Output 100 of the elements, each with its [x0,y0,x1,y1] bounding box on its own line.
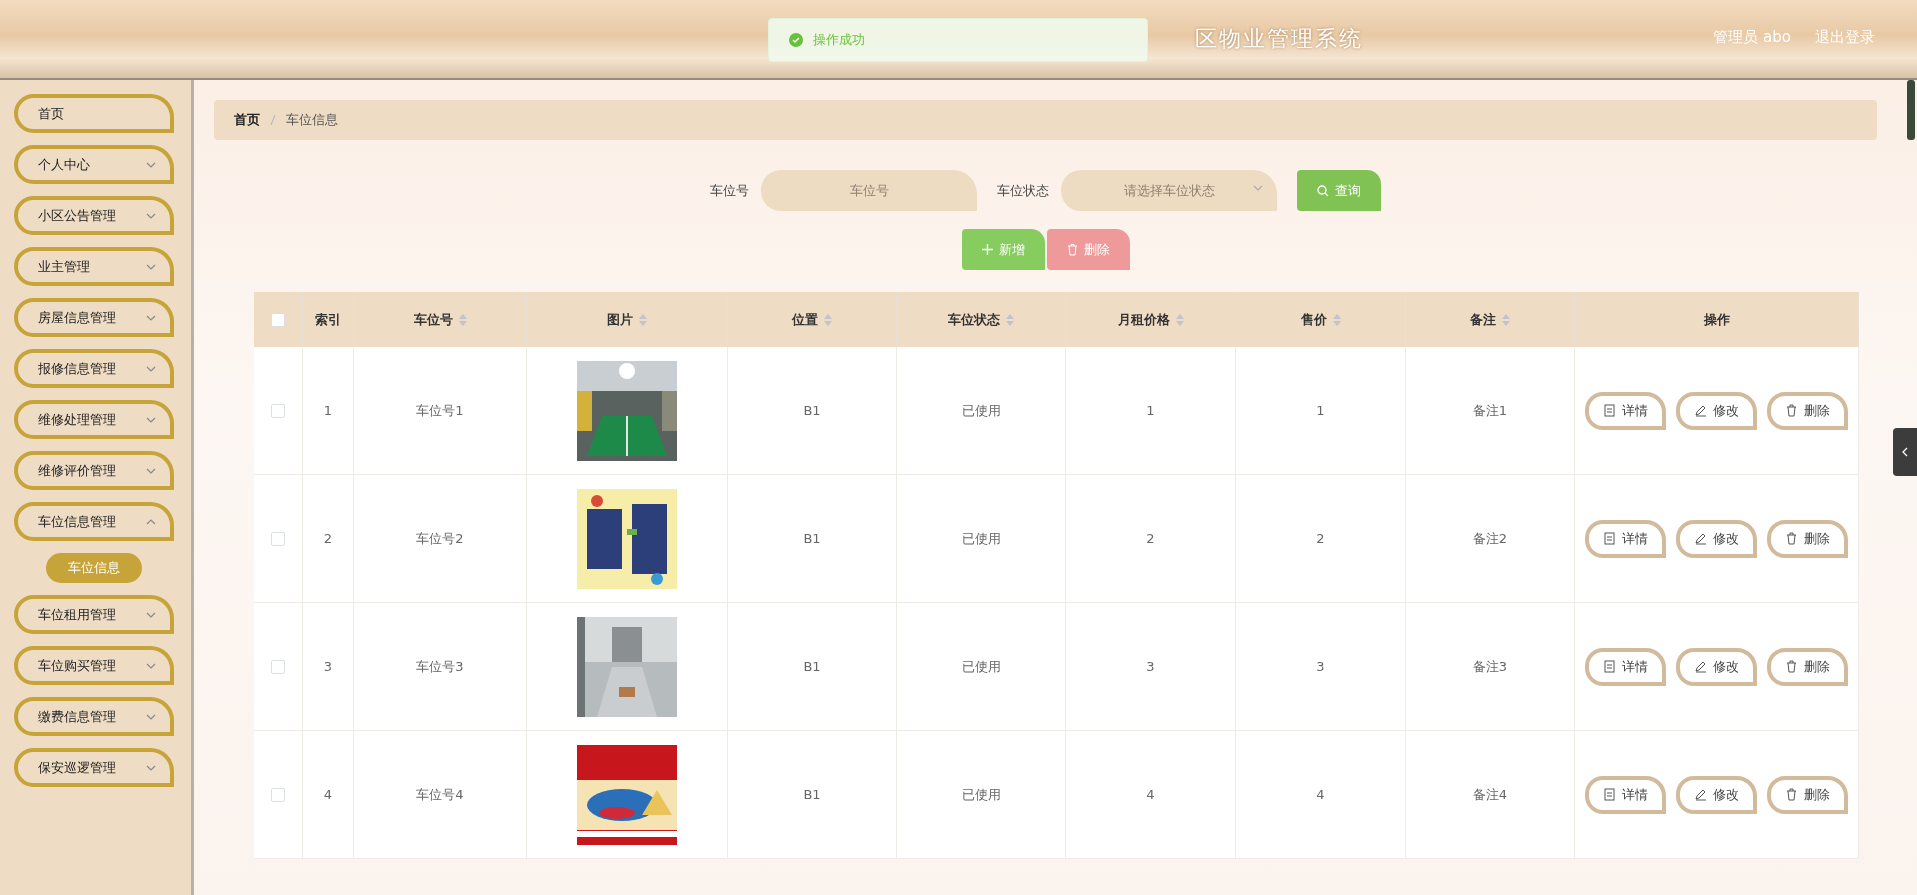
sidebar-item-label: 缴费信息管理 [38,707,116,726]
scrollbar-thumb[interactable] [1907,80,1915,140]
edit-button[interactable]: 修改 [1676,391,1757,430]
delete-button[interactable]: 删除 [1767,647,1848,686]
sort-icon[interactable] [458,313,467,326]
table-cell: 备注3 [1406,603,1575,731]
chevron-icon [146,713,156,720]
column-header: 车位状态 [948,310,1000,329]
sidebar-item[interactable]: 维修评价管理 [14,451,174,490]
table-cell: 2 [303,475,354,603]
sidebar-item-label: 车位租用管理 [38,605,116,624]
sidebar-item-label: 报修信息管理 [38,359,116,378]
table-cell: 备注4 [1406,731,1575,859]
sort-icon[interactable] [639,313,647,326]
pencil-icon [1695,661,1707,673]
sort-icon[interactable] [1006,313,1014,326]
trash-icon [1786,660,1797,673]
sort-icon[interactable] [1332,313,1341,326]
column-header: 售价 [1300,310,1327,329]
trash-icon [1786,532,1797,545]
chevron-icon [146,212,156,219]
sort-icon[interactable] [824,313,832,326]
table-cell: 车位号3 [354,603,527,731]
sidebar-item[interactable]: 缴费信息管理 [14,697,174,736]
sidebar-item[interactable]: 业主管理 [14,247,174,286]
chevron-icon [146,611,156,618]
document-icon [1604,660,1615,673]
table-cell: 备注2 [1406,475,1575,603]
table-cell: 3 [1236,603,1406,731]
sidebar-item[interactable]: 维修处理管理 [14,400,174,439]
pencil-icon [1695,789,1707,801]
chevron-icon [146,518,156,525]
checkbox[interactable] [271,659,285,674]
toast-message: 操作成功 [813,31,865,49]
sidebar-item[interactable]: 车位租用管理 [14,595,174,634]
delete-button[interactable]: 删除 [1767,775,1848,814]
delete-button[interactable]: 删除 [1767,519,1848,558]
chevron-left-icon [1902,447,1908,457]
table-cell: B1 [728,475,897,603]
edit-button[interactable]: 修改 [1676,647,1757,686]
input-field[interactable]: 车位号 [761,170,977,211]
detail-button[interactable]: 详情 [1585,775,1666,814]
sidebar-item-label: 个人中心 [38,155,90,174]
table-cell: 车位号4 [354,731,527,859]
column-header: 索引 [315,310,341,329]
app-title: 区物业管理系统 [1194,25,1363,53]
table-cell: 已使用 [897,731,1066,859]
chevron-icon [146,764,156,771]
checkbox[interactable] [271,403,285,418]
document-icon [1604,404,1615,417]
table-cell: 4 [303,731,354,859]
table-cell: 3 [303,603,354,731]
sidebar-item[interactable]: 小区公告管理 [14,196,174,235]
sidebar-item-label: 业主管理 [38,257,90,276]
sidebar-item-label: 小区公告管理 [38,206,116,225]
table-cell: 3 [1066,603,1236,731]
checkbox[interactable] [271,531,285,546]
column-header: 备注 [1470,310,1496,329]
sidebar-item[interactable]: 保安巡逻管理 [14,748,174,787]
table-cell: B1 [728,347,897,475]
table-cell: 车位号1 [354,347,527,475]
edit-button[interactable]: 修改 [1676,519,1757,558]
sidebar-item[interactable]: 房屋信息管理 [14,298,174,337]
breadcrumb-item[interactable]: 首页 [234,111,260,129]
sidebar-item[interactable]: 车位购买管理 [14,646,174,685]
chevron-icon [146,365,156,372]
sidebar-item-label: 房屋信息管理 [38,308,116,327]
table-cell: 已使用 [897,603,1066,731]
search-icon [1317,184,1329,197]
detail-button[interactable]: 详情 [1585,391,1666,430]
checkbox[interactable] [271,312,285,327]
sidebar-item[interactable]: 车位信息管理 [14,502,174,541]
sidebar-item[interactable]: 个人中心 [14,145,174,184]
table-cell: 备注1 [1406,347,1575,475]
column-header: 月租价格 [1117,310,1170,329]
plus-icon [981,244,993,255]
sort-icon[interactable] [1175,313,1184,326]
table-cell: 4 [1236,731,1406,859]
sidebar-item[interactable]: 首页 [14,94,174,133]
table-cell: 2 [1236,475,1406,603]
pencil-icon [1695,405,1707,417]
field-label: 车位号 [710,181,749,200]
detail-button[interactable]: 详情 [1585,647,1666,686]
sidebar-item-label: 维修处理管理 [38,410,116,429]
sidebar-item[interactable]: 报修信息管理 [14,349,174,388]
chevron-down-icon [1253,185,1263,191]
field-label: 车位状态 [997,181,1049,200]
pencil-icon [1695,533,1707,545]
delete-button[interactable]: 删除 [1767,391,1848,430]
edit-button[interactable]: 修改 [1676,775,1757,814]
column-header: 位置 [792,310,818,329]
table-cell: 1 [1066,347,1236,475]
checkbox[interactable] [271,787,285,802]
document-icon [1604,788,1615,801]
user-name: 管理员 abo [1713,28,1791,47]
detail-button[interactable]: 详情 [1585,519,1666,558]
chevron-icon [146,263,156,270]
collapse-handle[interactable] [1893,428,1917,476]
column-header: 操作 [1703,310,1730,329]
sort-icon[interactable] [1502,313,1510,326]
